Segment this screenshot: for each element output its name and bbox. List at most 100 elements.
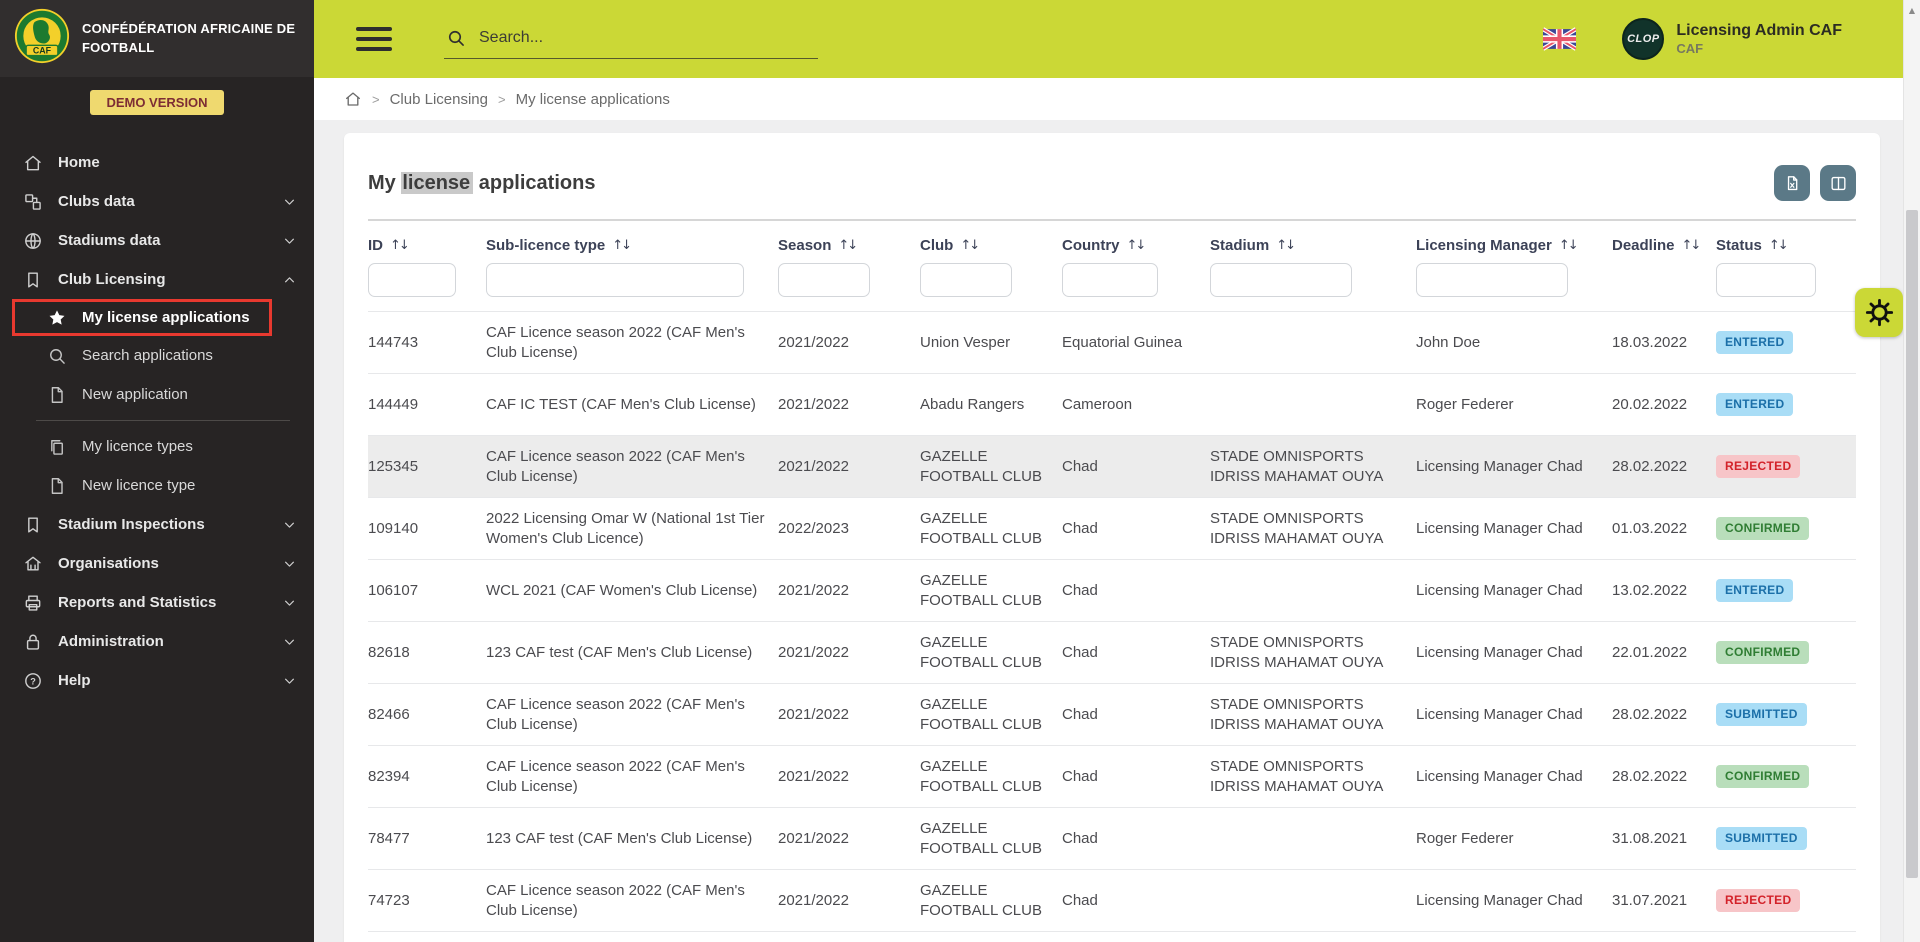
sort-arrows-icon[interactable]: ↑↓ [1276,238,1296,253]
table-row[interactable]: 144449 CAF IC TEST (CAF Men's Club Licens… [368,373,1856,435]
user-menu[interactable]: Licensing Admin CAF CAF [1676,21,1842,57]
sidebar-item-new-licence-type[interactable]: New licence type [0,466,314,505]
cell-club: GAZELLE FOOTBALL CLUB [920,448,1042,485]
hamburger-menu-icon[interactable] [356,27,392,51]
table-filter-row [368,263,1856,311]
sidebar-header: CAF CONFÉDÉRATION AFRICAINE DE FOOTBALL [0,0,314,77]
chevron-down-icon[interactable] [281,555,298,572]
chevron-down-icon[interactable] [281,516,298,533]
cell-season: 2021/2022 [778,457,849,475]
building-icon [22,553,44,575]
language-flag-uk[interactable] [1543,27,1577,51]
table-row[interactable]: 82466 CAF Licence season 2022 (CAF Men's … [368,683,1856,745]
column-header-type[interactable]: Sub-licence type ↑↓ [486,237,778,254]
sidebar-item-my-license-applications[interactable]: My license applications [12,299,272,336]
sort-arrows-icon[interactable]: ↑↓ [960,238,980,253]
chevron-down-icon[interactable] [281,594,298,611]
sort-arrows-icon[interactable]: ↑↓ [390,238,410,253]
sidebar-item-home[interactable]: Home [0,143,314,182]
scrollbar-thumb[interactable] [1906,210,1918,878]
toggle-columns-button[interactable] [1820,165,1856,201]
chevron-down-icon[interactable] [281,193,298,210]
sort-arrows-icon[interactable]: ↑↓ [612,238,632,253]
cell-country: Chad [1062,457,1098,475]
sidebar-item-stadium-inspections[interactable]: Stadium Inspections [0,505,314,544]
table-row[interactable]: 82618 123 CAF test (CAF Men's Club Licens… [368,621,1856,683]
cell-deadline: 18.03.2022 [1612,333,1688,351]
sidebar-item-help[interactable]: ? Help [0,661,314,700]
breadcrumb-my-license-applications[interactable]: My license applications [516,91,670,108]
column-header-manager[interactable]: Licensing Manager ↑↓ [1416,237,1612,254]
export-excel-button[interactable] [1774,165,1810,201]
chevron-down-icon[interactable] [281,633,298,650]
breadcrumb-club-licensing[interactable]: Club Licensing [390,91,488,108]
topbar-right: CLOP Licensing Admin CAF CAF [1543,18,1920,60]
sidebar-item-club-licensing[interactable]: Club Licensing [0,260,314,299]
table-row[interactable]: 82394 CAF Licence season 2022 (CAF Men's … [368,745,1856,807]
sort-arrows-icon[interactable]: ↑↓ [1127,238,1147,253]
column-header-id[interactable]: ID ↑↓ [368,237,486,254]
cell-club: Union Vesper [920,333,1011,351]
sidebar-nav: Home Clubs data Stadiums data Club Licensin… [0,143,314,700]
sidebar-item-administration[interactable]: Administration [0,622,314,661]
cell-deadline: 28.02.2022 [1612,705,1688,723]
sidebar-item-my-licence-types[interactable]: My licence types [0,427,314,466]
cell-stadium [1210,582,1416,600]
chevron-up-icon[interactable] [281,271,298,288]
sort-arrows-icon[interactable]: ↑↓ [1769,238,1789,253]
column-header-club[interactable]: Club ↑↓ [920,237,1062,254]
filter-club-input[interactable] [920,263,1012,297]
cell-club: GAZELLE FOOTBALL CLUB [920,820,1042,857]
chevron-down-icon[interactable] [281,672,298,689]
column-header-country[interactable]: Country ↑↓ [1062,237,1210,254]
filter-manager-input[interactable] [1416,263,1568,297]
column-header-deadline[interactable]: Deadline ↑↓ [1612,237,1716,254]
sidebar-item-reports-and-statistics[interactable]: Reports and Statistics [0,583,314,622]
sort-arrows-icon[interactable]: ↑↓ [838,238,858,253]
column-label: Country [1062,237,1120,254]
search-input[interactable] [479,28,816,47]
table-row[interactable]: 144743 CAF Licence season 2022 (CAF Men's… [368,311,1856,373]
filter-type-input[interactable] [486,263,744,297]
content-area: My license applications ID ↑↓ Sub-licence … [314,120,1903,942]
sidebar-item-clubs-data[interactable]: Clubs data [0,182,314,221]
cell-manager: Licensing Manager Chad [1416,643,1583,661]
column-header-status[interactable]: Status ↑↓ [1716,237,1856,254]
settings-gear-button[interactable] [1855,288,1903,337]
scrollbar-up-arrow[interactable]: ▲ [1904,0,1920,20]
sidebar-item-search-applications[interactable]: Search applications [0,336,314,375]
filter-status-input[interactable] [1716,263,1816,297]
filter-country-input[interactable] [1062,263,1158,297]
filter-stadium-input[interactable] [1210,263,1352,297]
cell-stadium: STADE OMNISPORTS IDRISS MAHAMAT OUYA [1210,634,1384,671]
cell-deadline: 31.07.2021 [1612,891,1688,909]
sort-arrows-icon[interactable]: ↑↓ [1559,238,1579,253]
sidebar-item-stadiums-data[interactable]: Stadiums data [0,221,314,260]
table-row[interactable]: 74723 CAF Licence season 2022 (CAF Men's … [368,869,1856,931]
column-header-stadium[interactable]: Stadium ↑↓ [1210,237,1416,254]
status-badge: SUBMITTED [1716,702,1807,727]
table-row[interactable]: 125345 CAF Licence season 2022 (CAF Men's… [368,435,1856,497]
table-row[interactable]: 106107 WCL 2021 (CAF Women's Club License… [368,559,1856,621]
printer-icon [22,592,44,614]
cell-country: Equatorial Guinea [1062,333,1183,351]
user-avatar[interactable]: CLOP [1622,18,1665,60]
filter-id-input[interactable] [368,263,456,297]
filter-season-input[interactable] [778,263,870,297]
table-row[interactable]: 109140 2022 Licensing Omar W (National 1s… [368,497,1856,559]
topbar: CLOP Licensing Admin CAF CAF [314,0,1920,78]
cell-stadium: STADE OMNISPORTS IDRISS MAHAMAT OUYA [1210,758,1384,795]
column-header-season[interactable]: Season ↑↓ [778,237,920,254]
filter-cell-status [1716,263,1856,297]
table-row[interactable]: 78477 123 CAF test (CAF Men's Club Licens… [368,807,1856,869]
sort-arrows-icon[interactable]: ↑↓ [1682,238,1702,253]
column-label: Status [1716,237,1762,254]
home-icon[interactable] [344,90,362,108]
cell-club: GAZELLE FOOTBALL CLUB [920,510,1042,547]
sidebar-item-organisations[interactable]: Organisations [0,544,314,583]
vertical-scrollbar[interactable]: ▲ [1903,0,1920,942]
cell-country: Chad [1062,581,1098,599]
cell-deadline: 13.02.2022 [1612,581,1688,599]
chevron-down-icon[interactable] [281,232,298,249]
sidebar-item-new-application[interactable]: New application [0,375,314,414]
